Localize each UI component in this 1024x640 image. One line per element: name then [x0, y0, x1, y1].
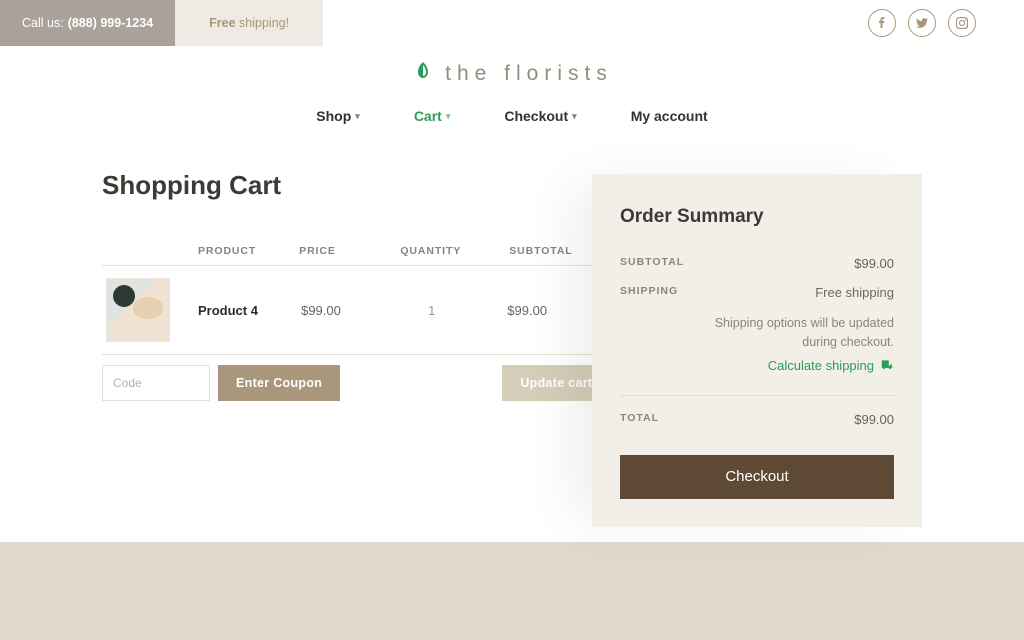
call-us[interactable]: Call us: (888) 999-1234 [0, 0, 175, 46]
product-name[interactable]: Product 4 [198, 303, 301, 318]
subtotal-label: SUBTOTAL [620, 256, 684, 271]
top-bar: Call us: (888) 999-1234 Free shipping! [0, 0, 1024, 46]
chevron-down-icon: ▾ [446, 111, 451, 122]
call-prefix: Call us: [22, 16, 64, 30]
nav-label: My account [631, 108, 708, 124]
main-nav: Shop ▾ Cart ▾ Checkout ▾ My account [0, 108, 1024, 124]
calc-label: Calculate shipping [768, 358, 874, 373]
free-shipping-banner: Free shipping! [175, 0, 323, 46]
summary-total-row: TOTAL $99.00 [620, 412, 894, 427]
nav-cart[interactable]: Cart ▾ [414, 108, 451, 124]
product-price: $99.00 [301, 303, 404, 318]
col-product: PRODUCT [198, 245, 299, 257]
shipping-note: Shipping options will be updated during … [620, 314, 894, 352]
facebook-icon[interactable] [868, 9, 896, 37]
page-body: Shopping Cart PRODUCT PRICE QUANTITY SUB… [102, 170, 922, 401]
truck-icon [880, 358, 894, 372]
chevron-down-icon: ▾ [572, 111, 577, 122]
nav-label: Cart [414, 108, 442, 124]
twitter-icon[interactable] [908, 9, 936, 37]
product-quantity[interactable]: 1 [404, 303, 507, 318]
coupon-input[interactable] [102, 365, 210, 401]
chevron-down-icon: ▾ [355, 111, 360, 122]
social-links [868, 0, 1024, 46]
cart-row: Product 4 $99.00 1 $99.00 [102, 265, 610, 355]
shipping-label: SHIPPING [620, 285, 678, 300]
order-summary: Order Summary SUBTOTAL $99.00 SHIPPING F… [592, 174, 922, 527]
nav-label: Checkout [504, 108, 568, 124]
nav-my-account[interactable]: My account [631, 108, 708, 124]
call-number: (888) 999-1234 [68, 16, 153, 30]
logo-icon [411, 60, 435, 89]
shipping-value: Free shipping [815, 285, 894, 300]
cart-table: PRODUCT PRICE QUANTITY SUBTOTAL Product … [102, 245, 610, 401]
summary-subtotal-row: SUBTOTAL $99.00 [620, 256, 894, 271]
instagram-icon[interactable] [948, 9, 976, 37]
product-thumbnail[interactable] [106, 278, 170, 342]
nav-shop[interactable]: Shop ▾ [316, 108, 360, 124]
nav-checkout[interactable]: Checkout ▾ [504, 108, 576, 124]
total-label: TOTAL [620, 412, 659, 427]
col-price: PRICE [299, 245, 400, 257]
calculate-shipping-link[interactable]: Calculate shipping [620, 358, 894, 373]
total-value: $99.00 [854, 412, 894, 427]
col-quantity: QUANTITY [400, 245, 509, 257]
summary-title: Order Summary [620, 206, 894, 228]
nav-label: Shop [316, 108, 351, 124]
free-label: Free [209, 16, 235, 30]
cart-actions: Enter Coupon Update cart [102, 365, 610, 401]
logo-text: the florists [445, 62, 613, 86]
footer-background [0, 542, 1024, 640]
checkout-button[interactable]: Checkout [620, 455, 894, 499]
summary-shipping-row: SHIPPING Free shipping [620, 285, 894, 300]
cart-header-row: PRODUCT PRICE QUANTITY SUBTOTAL [102, 245, 610, 265]
apply-coupon-button[interactable]: Enter Coupon [218, 365, 340, 401]
logo[interactable]: the florists [0, 50, 1024, 98]
free-suffix: shipping! [236, 16, 290, 30]
divider [620, 395, 894, 396]
subtotal-value: $99.00 [854, 256, 894, 271]
